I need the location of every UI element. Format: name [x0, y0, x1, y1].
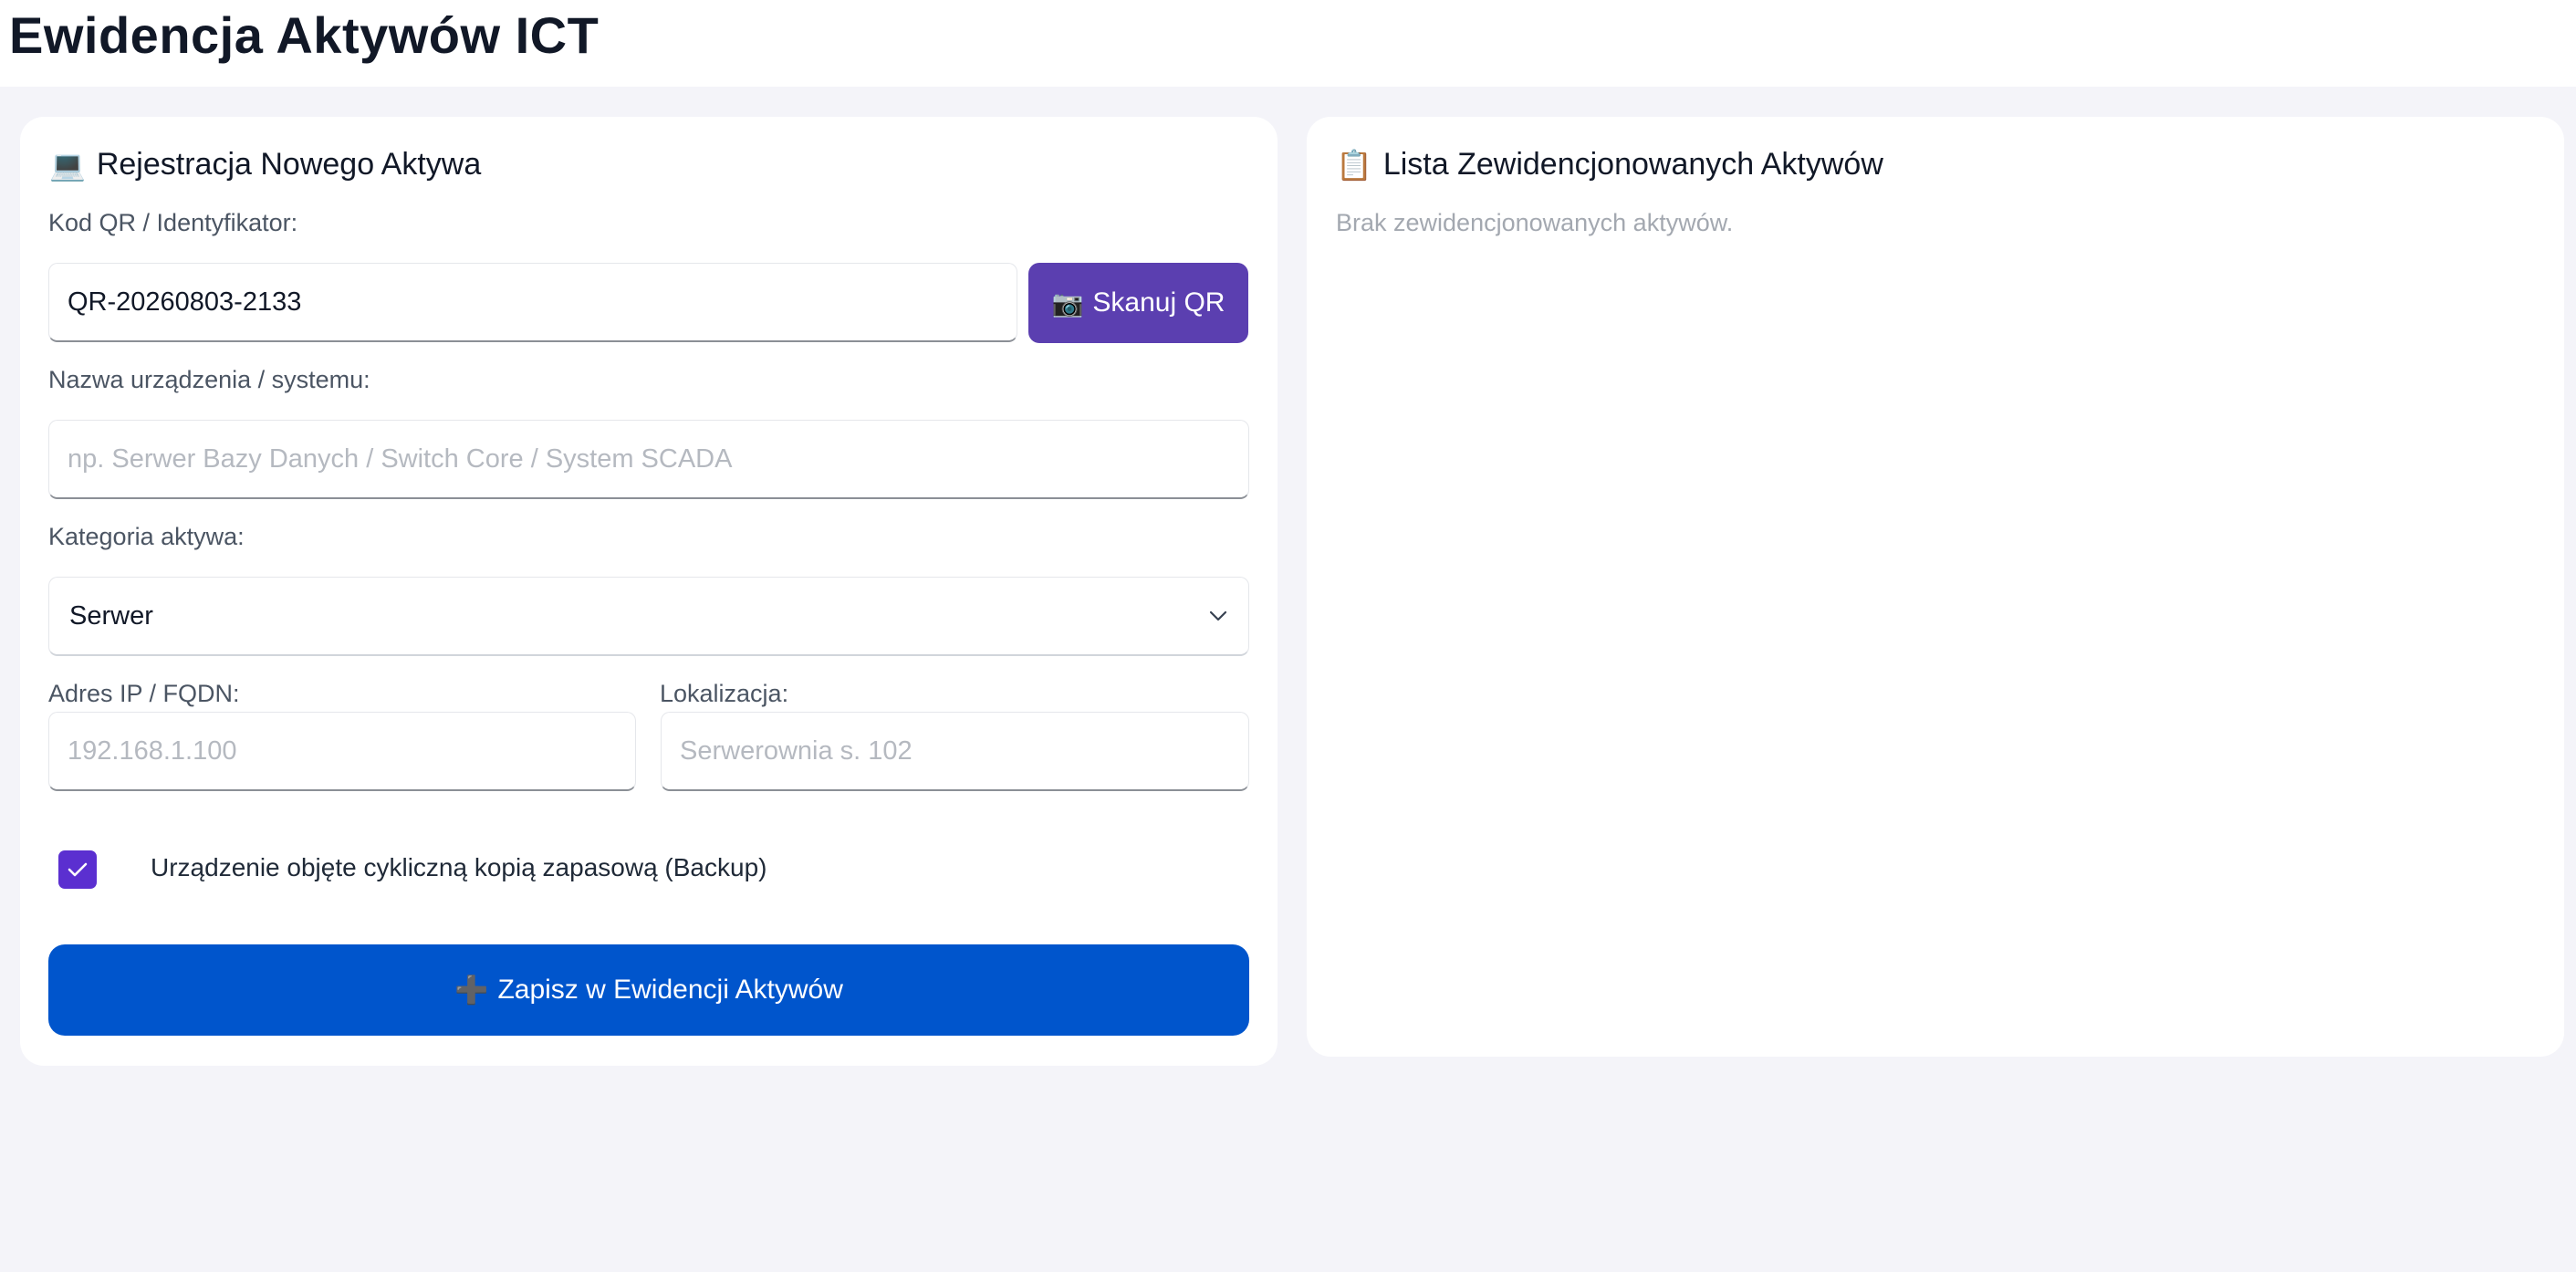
asset-registration-card: 💻 Rejestracja Nowego Aktywa Kod QR / Ide…	[20, 117, 1278, 1066]
backup-checkbox-label: Urządzenie objęte cykliczną kopią zapaso…	[151, 853, 767, 881]
category-select[interactable]: Serwer	[48, 577, 1249, 656]
category-selected-value: Serwer	[69, 600, 153, 631]
chevron-down-icon	[1208, 610, 1228, 622]
ip-label: Adres IP / FQDN:	[48, 680, 240, 707]
empty-list-message: Brak zewidencjonowanych aktywów.	[1336, 209, 1734, 236]
save-asset-label: Zapisz w Ewidencji Aktywów	[497, 975, 843, 1005]
location-label: Lokalizacja:	[660, 680, 789, 707]
asset-list-card: 📋 Lista Zewidencjonowanych Aktywów Brak …	[1307, 117, 2564, 1057]
qr-id-input[interactable]	[48, 263, 1017, 342]
laptop-icon: 💻	[49, 147, 86, 182]
backup-checkbox[interactable]	[58, 850, 97, 889]
form-title-text: Rejestracja Nowego Aktywa	[96, 147, 482, 182]
form-title: 💻 Rejestracja Nowego Aktywa	[49, 147, 481, 182]
page-title: Ewidencja Aktywów ICT	[9, 6, 600, 64]
list-title: 📋 Lista Zewidencjonowanych Aktywów	[1336, 147, 1883, 182]
save-asset-button[interactable]: ➕ Zapisz w Ewidencji Aktywów	[48, 944, 1249, 1036]
checkmark-icon	[68, 862, 88, 877]
scan-qr-label: Skanuj QR	[1092, 287, 1225, 318]
ip-fqdn-input[interactable]	[48, 712, 636, 791]
location-input[interactable]	[661, 712, 1249, 791]
scan-qr-button[interactable]: 📷 Skanuj QR	[1028, 263, 1248, 343]
camera-icon: 📷	[1051, 287, 1084, 318]
device-name-label: Nazwa urządzenia / systemu:	[48, 366, 370, 393]
plus-icon: ➕	[454, 974, 489, 1006]
category-label: Kategoria aktywa:	[48, 523, 245, 550]
qr-label: Kod QR / Identyfikator:	[48, 209, 298, 236]
page-header: Ewidencja Aktywów ICT	[0, 0, 2576, 87]
device-name-input[interactable]	[48, 420, 1249, 499]
list-title-text: Lista Zewidencjonowanych Aktywów	[1382, 147, 1883, 182]
clipboard-icon: 📋	[1336, 147, 1372, 182]
